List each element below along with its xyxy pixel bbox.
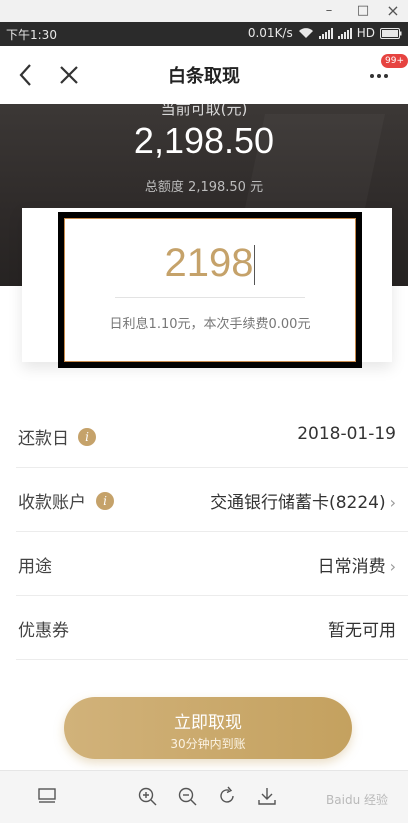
minimize-button[interactable]: – [320, 2, 338, 20]
text-caret [254, 245, 256, 286]
page-title: 白条取现 [168, 66, 240, 87]
withdraw-now-button[interactable]: 立即取现 30分钟内到账 [64, 697, 352, 759]
close-window-button[interactable]: × [384, 2, 402, 20]
account-name: 交通银行储蓄卡(8224) [210, 493, 386, 513]
zoom-in-icon[interactable] [136, 785, 158, 807]
status-bar: 下午1:30 0.01K/s HD [0, 22, 408, 46]
window-chrome: – □ × [0, 0, 408, 22]
row-value: 2018-01-19 [297, 424, 396, 444]
cta-label: 立即取现 [174, 713, 242, 733]
available-label: 当前可取(元) [160, 104, 248, 118]
signal-icon-2 [337, 27, 352, 39]
viewer-toolbar: Baidu 经验 [0, 770, 408, 823]
row-label: 还款日 [18, 429, 69, 449]
cta-sublabel: 30分钟内到账 [170, 737, 246, 751]
fee-info: 日利息1.10元，本次手续费0.00元 [109, 317, 311, 332]
status-time: 下午1:30 [6, 28, 57, 42]
info-icon[interactable]: i [96, 492, 114, 510]
row-value: 暂无可用 [328, 621, 396, 641]
amount-input[interactable]: 2198 [65, 241, 355, 286]
zoom-out-icon[interactable] [176, 785, 198, 807]
layout-icon[interactable] [36, 785, 58, 807]
row-receiving-account[interactable]: 收款账户 i 交通银行储蓄卡(8224) › [16, 468, 408, 532]
wifi-icon [298, 28, 313, 38]
row-coupon[interactable]: 优惠券 暂无可用 [16, 596, 408, 660]
info-icon[interactable]: i [78, 428, 96, 446]
row-label: 用途 [18, 557, 52, 577]
row-purpose[interactable]: 用途 日常消费 › [16, 532, 408, 596]
baidu-watermark: Baidu 经验 [326, 793, 388, 807]
total-limit: 总额度 2,198.50 元 [144, 180, 264, 195]
battery-icon [380, 27, 402, 39]
amount-box: 2198 日利息1.10元，本次手续费0.00元 [64, 218, 356, 362]
signal-icon [318, 27, 333, 39]
download-icon[interactable] [256, 785, 278, 807]
row-value: 日常消费 › [318, 552, 396, 577]
rotate-icon[interactable] [216, 785, 238, 807]
nav-bar: 白条取现 99+ [0, 46, 408, 104]
available-amount: 2,198.50 [133, 120, 275, 161]
row-value: 交通银行储蓄卡(8224) › [210, 488, 396, 513]
notification-badge: 99+ [381, 54, 408, 68]
maximize-button[interactable]: □ [354, 2, 372, 20]
amount-highlight-frame: 2198 日利息1.10元，本次手续费0.00元 [58, 212, 362, 368]
purpose-value: 日常消费 [317, 557, 386, 577]
network-speed: 0.01K/s [247, 26, 293, 40]
input-underline [115, 297, 305, 298]
chevron-right-icon: › [389, 557, 396, 576]
row-label: 收款账户 [18, 493, 86, 513]
row-label: 优惠券 [18, 621, 69, 641]
network-type: HD [356, 26, 375, 40]
row-repayment-date: 还款日 i 2018-01-19 [16, 404, 408, 468]
chevron-right-icon: › [389, 493, 396, 512]
more-menu-icon[interactable] [368, 66, 398, 86]
amount-value: 2198 [164, 241, 254, 285]
status-indicators: 0.01K/s HD [248, 26, 402, 40]
